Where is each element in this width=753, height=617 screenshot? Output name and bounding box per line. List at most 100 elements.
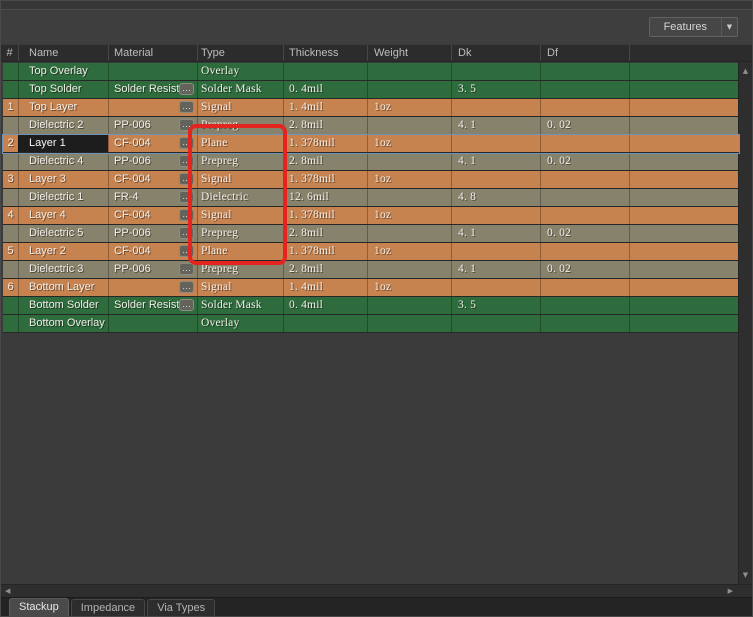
layer-name-cell[interactable]: Dielectric 3 [18, 261, 108, 278]
df-cell[interactable] [540, 81, 629, 98]
type-cell[interactable]: Dielectric [197, 189, 283, 206]
type-cell[interactable]: Overlay [197, 63, 283, 80]
weight-cell[interactable] [367, 117, 451, 134]
layer-name-cell[interactable]: Top Layer [18, 99, 108, 116]
column-header-type[interactable]: Type [197, 45, 283, 61]
layer-name-cell[interactable]: Layer 2 [18, 243, 108, 260]
weight-cell[interactable] [367, 261, 451, 278]
df-cell[interactable] [540, 189, 629, 206]
material-cell[interactable]: CF-004… [108, 243, 197, 260]
thickness-cell[interactable]: 1. 4mil [283, 279, 367, 296]
table-row[interactable]: Top Overlay Overlay [3, 63, 739, 81]
dk-cell[interactable] [451, 135, 540, 152]
df-cell[interactable] [540, 135, 629, 152]
column-header-name[interactable]: Name [18, 45, 108, 61]
layer-name-cell[interactable]: Top Overlay [18, 63, 108, 80]
material-cell[interactable]: … [108, 279, 197, 296]
type-cell[interactable]: Prepreg [197, 261, 283, 278]
material-cell[interactable]: Solder Resist… [108, 297, 197, 314]
material-cell[interactable]: PP-006… [108, 225, 197, 242]
material-picker-button[interactable]: … [179, 281, 194, 293]
weight-cell[interactable] [367, 297, 451, 314]
weight-cell[interactable] [367, 63, 451, 80]
material-cell[interactable]: Solder Resist… [108, 81, 197, 98]
material-picker-button[interactable]: … [179, 119, 194, 131]
table-row[interactable]: Dielectric 2PP-006…Prepreg2. 8mil4. 10. … [3, 117, 739, 135]
dk-cell[interactable] [451, 63, 540, 80]
type-cell[interactable]: Solder Mask [197, 81, 283, 98]
material-cell[interactable]: … [108, 99, 197, 116]
tab-via-types[interactable]: Via Types [147, 599, 215, 616]
thickness-cell[interactable]: 1. 378mil [283, 135, 367, 152]
df-cell[interactable] [540, 279, 629, 296]
dk-cell[interactable] [451, 171, 540, 188]
layer-name-cell[interactable]: Layer 4 [18, 207, 108, 224]
type-cell[interactable]: Solder Mask [197, 297, 283, 314]
df-cell[interactable] [540, 207, 629, 224]
features-dropdown-arrow-icon[interactable]: ▼ [721, 18, 737, 36]
material-picker-button[interactable]: … [179, 263, 194, 275]
table-row[interactable]: Dielectric 3PP-006…Prepreg2. 8mil4. 10. … [3, 261, 739, 279]
layer-name-cell[interactable]: Layer 3 [18, 171, 108, 188]
dk-cell[interactable] [451, 315, 540, 332]
material-picker-button[interactable]: … [179, 101, 194, 113]
table-row[interactable]: 6Bottom Layer…Signal1. 4mil1oz [3, 279, 739, 297]
column-header-weight[interactable]: Weight [367, 45, 451, 61]
material-picker-button[interactable]: … [179, 83, 194, 95]
layer-name-cell[interactable]: Bottom Overlay [18, 315, 108, 332]
df-cell[interactable] [540, 315, 629, 332]
weight-cell[interactable] [367, 81, 451, 98]
weight-cell[interactable]: 1oz [367, 135, 451, 152]
material-cell[interactable]: CF-004… [108, 207, 197, 224]
type-cell[interactable]: Plane [197, 135, 283, 152]
material-picker-button[interactable]: … [179, 173, 194, 185]
type-cell[interactable]: Overlay [197, 315, 283, 332]
df-cell[interactable] [540, 63, 629, 80]
table-row[interactable]: Top SolderSolder Resist…Solder Mask0. 4m… [3, 81, 739, 99]
material-picker-button[interactable]: … [179, 245, 194, 257]
material-picker-button[interactable]: … [179, 155, 194, 167]
type-cell[interactable]: Prepreg [197, 225, 283, 242]
material-cell[interactable]: CF-004… [108, 171, 197, 188]
thickness-cell[interactable]: 1. 378mil [283, 243, 367, 260]
df-cell[interactable] [540, 99, 629, 116]
tab-stackup[interactable]: Stackup [9, 598, 69, 616]
dk-cell[interactable]: 3. 5 [451, 297, 540, 314]
layer-name-cell[interactable]: Bottom Solder [18, 297, 108, 314]
column-header-df[interactable]: Df [540, 45, 629, 61]
dk-cell[interactable] [451, 279, 540, 296]
column-header-index[interactable]: # [1, 45, 18, 61]
df-cell[interactable] [540, 297, 629, 314]
layer-name-cell[interactable]: Layer 1 [18, 135, 108, 152]
material-picker-button[interactable]: … [179, 191, 194, 203]
scroll-down-icon[interactable]: ▼ [739, 571, 752, 579]
thickness-cell[interactable]: 0. 4mil [283, 297, 367, 314]
weight-cell[interactable] [367, 315, 451, 332]
weight-cell[interactable]: 1oz [367, 171, 451, 188]
weight-cell[interactable]: 1oz [367, 207, 451, 224]
material-cell[interactable]: FR-4… [108, 189, 197, 206]
layer-name-cell[interactable]: Bottom Layer [18, 279, 108, 296]
table-row[interactable]: Dielectric 5PP-006…Prepreg2. 8mil4. 10. … [3, 225, 739, 243]
dk-cell[interactable] [451, 207, 540, 224]
type-cell[interactable]: Prepreg [197, 117, 283, 134]
dk-cell[interactable]: 4. 1 [451, 261, 540, 278]
table-row[interactable]: Dielectric 4PP-006…Prepreg2. 8mil4. 10. … [3, 153, 739, 171]
dk-cell[interactable] [451, 99, 540, 116]
type-cell[interactable]: Signal [197, 279, 283, 296]
dk-cell[interactable]: 4. 1 [451, 117, 540, 134]
weight-cell[interactable] [367, 189, 451, 206]
layer-name-cell[interactable]: Dielectric 4 [18, 153, 108, 170]
column-header-material[interactable]: Material [108, 45, 197, 61]
thickness-cell[interactable]: 12. 6mil [283, 189, 367, 206]
dk-cell[interactable]: 4. 8 [451, 189, 540, 206]
features-button[interactable]: Features ▼ [649, 17, 738, 37]
horizontal-scrollbar[interactable]: ◀ ▶ [1, 584, 739, 597]
material-picker-button[interactable]: … [179, 227, 194, 239]
type-cell[interactable]: Prepreg [197, 153, 283, 170]
column-header-dk[interactable]: Dk [451, 45, 540, 61]
material-cell[interactable] [108, 315, 197, 332]
scroll-up-icon[interactable]: ▲ [739, 67, 752, 75]
material-picker-button[interactable]: … [179, 209, 194, 221]
type-cell[interactable]: Signal [197, 99, 283, 116]
